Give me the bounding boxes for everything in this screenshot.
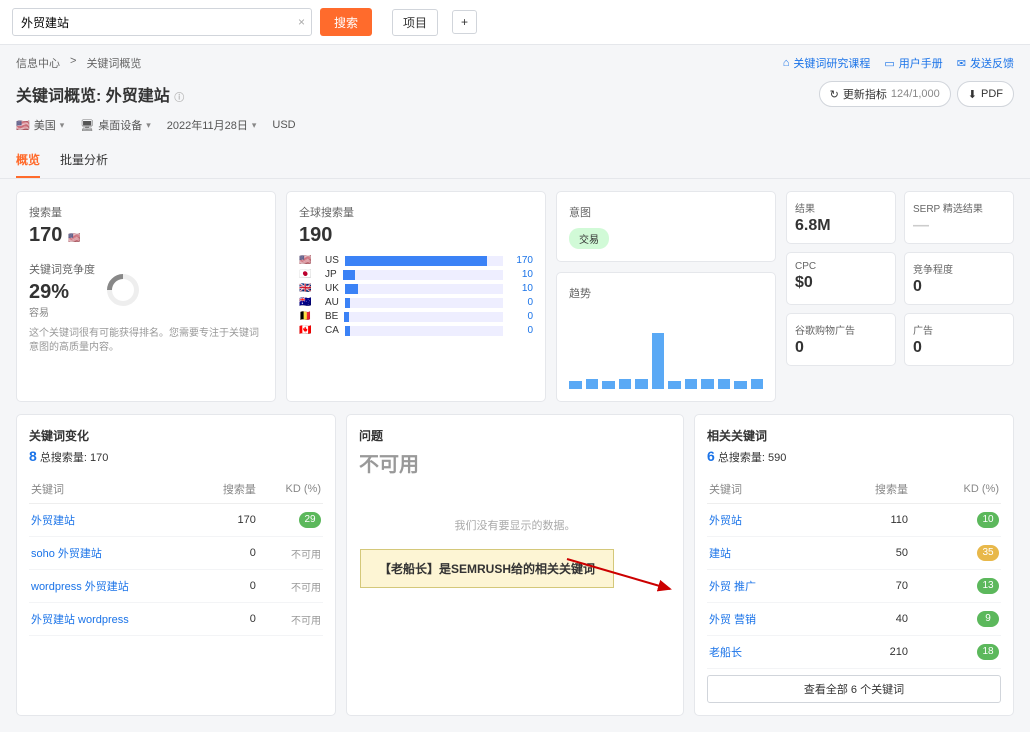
book-icon: ▭ — [884, 57, 894, 70]
card-variations: 关键词变化 8 总搜索量: 170 关键词搜索量KD (%) 外贸建站17029… — [16, 414, 336, 716]
table-row: wordpress 外贸建站0不可用 — [29, 570, 323, 603]
keyword-link[interactable]: 外贸站 — [709, 515, 742, 527]
breadcrumb-page: 关键词概览 — [86, 55, 141, 71]
global-value: 190 — [299, 224, 533, 247]
trend-label: 趋势 — [569, 285, 763, 301]
card-serp: SERP 精选结果— — [904, 191, 1014, 244]
volume-value: 170 🇺🇸 — [29, 224, 263, 247]
difficulty-label: 关键词竞争度 — [29, 261, 95, 277]
global-label: 全球搜索量 — [299, 204, 533, 220]
add-project-button[interactable]: + — [452, 10, 477, 34]
country-row: 🇧🇪BE0 — [299, 311, 533, 322]
filter-country[interactable]: 🇺🇸 美国 ▾ — [16, 117, 64, 133]
difficulty-value: 29% — [29, 281, 95, 304]
trend-bar — [635, 379, 648, 389]
related-title: 相关关键词 — [707, 427, 1001, 444]
trend-bar — [569, 381, 582, 389]
keyword-link[interactable]: 外贸建站 — [31, 515, 75, 527]
trend-bar — [718, 379, 731, 389]
keyword-link[interactable]: soho 外贸建站 — [31, 548, 102, 560]
trend-bar — [734, 381, 747, 389]
project-link[interactable]: 项目 — [392, 9, 438, 36]
keyword-link[interactable]: 外贸 推广 — [709, 581, 756, 593]
breadcrumb-root[interactable]: 信息中心 — [16, 55, 60, 71]
filter-device[interactable]: 🖥 桌面设备 ▾ — [80, 117, 151, 133]
keyword-link[interactable]: 建站 — [709, 548, 731, 560]
country-row: 🇬🇧UK10 — [299, 283, 533, 294]
table-row: 外贸 推广7013 — [707, 570, 1001, 603]
card-ads: 广告0 — [904, 313, 1014, 366]
link-feedback[interactable]: ✉发送反馈 — [957, 55, 1014, 71]
card-competition: 竞争程度0 — [904, 252, 1014, 305]
pdf-button[interactable]: ⬇PDF — [957, 81, 1014, 107]
table-row: 老船长21018 — [707, 636, 1001, 669]
link-course[interactable]: ⌂关键词研究课程 — [783, 55, 871, 71]
link-manual[interactable]: ▭用户手册 — [884, 55, 942, 71]
trend-bar — [619, 379, 632, 389]
chat-icon: ✉ — [957, 57, 966, 70]
trend-bar — [685, 379, 698, 389]
breadcrumb-sep: > — [70, 55, 76, 71]
clear-icon[interactable]: × — [292, 15, 311, 29]
filter-date[interactable]: 2022年11月28日 ▾ — [167, 117, 257, 133]
difficulty-note: 这个关键词很有可能获得排名。您需要专注于关键词意图的高质量内容。 — [29, 327, 263, 355]
breadcrumb: 信息中心 > 关键词概览 — [16, 55, 141, 71]
view-all-related-button[interactable]: 查看全部 6 个关键词 — [707, 675, 1001, 703]
annotation-callout: 【老船长】是SEMRUSH给的相关关键词 — [360, 549, 614, 588]
card-global: 全球搜索量 190 🇺🇸US170 🇯🇵JP10 🇬🇧UK10 🇦🇺AU0 🇧🇪BE0 🇨… — [286, 191, 546, 402]
intent-label: 意图 — [569, 204, 763, 220]
keyword-link[interactable]: wordpress 外贸建站 — [31, 581, 129, 593]
page-title: 关键词概览: 外贸建站 ⓘ — [16, 82, 184, 106]
variations-title: 关键词变化 — [29, 427, 323, 444]
trend-bar — [652, 333, 665, 389]
trend-bar — [586, 379, 599, 389]
country-row: 🇨🇦CA0 — [299, 325, 533, 336]
difficulty-donut-icon — [100, 267, 145, 312]
questions-title: 问题 — [359, 427, 671, 444]
refresh-button[interactable]: ↻更新指标124/1,000 — [819, 81, 951, 107]
search-input[interactable] — [13, 15, 292, 29]
filter-currency[interactable]: USD — [272, 117, 295, 133]
card-intent: 意图 交易 — [556, 191, 776, 262]
info-icon[interactable]: ⓘ — [174, 93, 184, 104]
table-row: 外贸 营销409 — [707, 603, 1001, 636]
trend-bar — [701, 379, 714, 389]
card-cpc: CPC$0 — [786, 252, 896, 305]
trend-bar — [668, 381, 681, 389]
keyword-link[interactable]: 老船长 — [709, 647, 742, 659]
card-results: 结果6.8M — [786, 191, 896, 244]
difficulty-tag: 容易 — [29, 304, 95, 319]
keyword-link[interactable]: 外贸 营销 — [709, 614, 756, 626]
country-row: 🇦🇺AU0 — [299, 297, 533, 308]
table-row: soho 外贸建站0不可用 — [29, 537, 323, 570]
table-row: 外贸建站 wordpress0不可用 — [29, 603, 323, 636]
search-button[interactable]: 搜索 — [320, 8, 372, 36]
volume-label: 搜索量 — [29, 204, 263, 220]
table-row: 建站5035 — [707, 537, 1001, 570]
card-shopping: 谷歌购物广告0 — [786, 313, 896, 366]
questions-value: 不可用 — [359, 448, 671, 477]
trend-bar — [751, 379, 764, 389]
card-trend: 趋势 — [556, 272, 776, 402]
intent-value: 交易 — [569, 228, 609, 249]
table-row: 外贸站11010 — [707, 504, 1001, 537]
tab-overview[interactable]: 概览 — [16, 143, 40, 178]
card-related: 相关关键词 6 总搜索量: 590 关键词搜索量KD (%) 外贸站11010建… — [694, 414, 1014, 716]
search-box[interactable]: × — [12, 8, 312, 36]
home-icon: ⌂ — [783, 57, 790, 69]
country-row: 🇯🇵JP10 — [299, 269, 533, 280]
trend-bar — [602, 381, 615, 389]
keyword-link[interactable]: 外贸建站 wordpress — [31, 614, 129, 626]
tab-bulk[interactable]: 批量分析 — [60, 143, 108, 178]
country-row: 🇺🇸US170 — [299, 255, 533, 266]
table-row: 外贸建站17029 — [29, 504, 323, 537]
card-volume: 搜索量 170 🇺🇸 关键词竞争度 29% 容易 这个关键词很有可能获得排名。您… — [16, 191, 276, 402]
